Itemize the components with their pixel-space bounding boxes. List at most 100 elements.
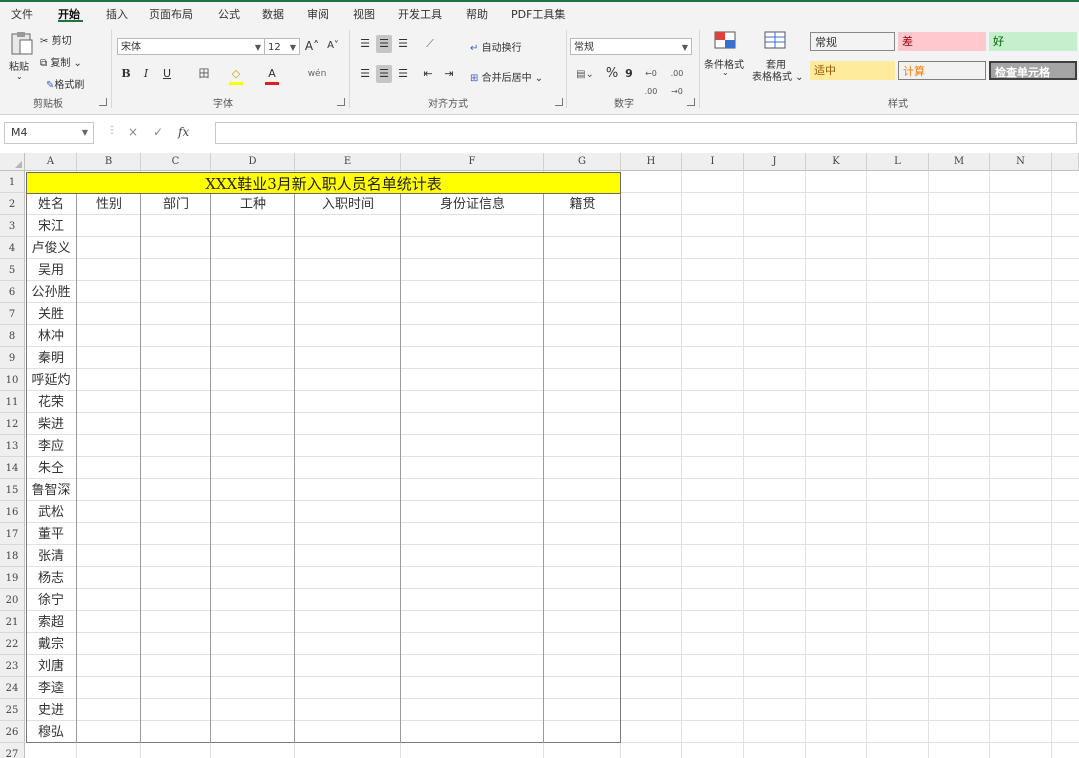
number-format-combo[interactable]: 常规 ▼ xyxy=(570,38,692,55)
name-cell[interactable]: 花荣 xyxy=(25,391,77,413)
tab-file[interactable]: 文件 xyxy=(11,6,33,22)
style-good[interactable]: 好 xyxy=(989,32,1077,51)
row-header-9[interactable]: 9 xyxy=(0,347,25,369)
insert-function-button[interactable]: fx xyxy=(178,125,189,139)
name-cell[interactable]: 吴用 xyxy=(25,259,77,281)
column-header-E[interactable]: E xyxy=(295,153,401,171)
row-header-25[interactable]: 25 xyxy=(0,699,25,721)
column-header-N[interactable]: N xyxy=(990,153,1052,171)
row-header-26[interactable]: 26 xyxy=(0,721,25,743)
row-header-1[interactable]: 1 xyxy=(0,171,25,193)
border-button[interactable]: 田 xyxy=(196,65,212,83)
fill-color-button[interactable]: ◇ xyxy=(229,65,243,83)
underline-button[interactable]: U xyxy=(160,65,174,83)
name-cell[interactable]: 徐宁 xyxy=(25,589,77,611)
formula-input[interactable] xyxy=(215,122,1077,144)
row-header-2[interactable]: 2 xyxy=(0,193,25,215)
tab-pdf-tools[interactable]: PDF工具集 xyxy=(511,6,565,22)
format-painter-button[interactable]: ✎格式刷 xyxy=(46,76,84,91)
name-cell[interactable]: 林冲 xyxy=(25,325,77,347)
name-cell[interactable]: 秦明 xyxy=(25,347,77,369)
align-left-button[interactable]: ☰ xyxy=(357,65,373,83)
decrease-decimal-button[interactable]: .00 →0 xyxy=(665,65,689,96)
column-header-D[interactable]: D xyxy=(211,153,295,171)
style-calculation[interactable]: 计算 xyxy=(898,61,986,80)
name-cell[interactable]: 柴进 xyxy=(25,413,77,435)
format-as-table-button[interactable]: 套用 表格格式 ⌄ xyxy=(752,30,804,90)
worksheet-grid[interactable]: A B C D E F G H I J K L M N 1 2 3 4 5 6 7 8 9 10 11 12 13 14 15 16 17 1… xyxy=(0,153,1079,758)
name-cell[interactable]: 公孙胜 xyxy=(25,281,77,303)
style-normal[interactable]: 常规 xyxy=(810,32,895,51)
tab-page-layout[interactable]: 页面布局 xyxy=(149,6,193,22)
comma-style-button[interactable]: 9 xyxy=(624,65,634,83)
row-header-17[interactable]: 17 xyxy=(0,523,25,545)
select-all-corner[interactable] xyxy=(0,153,25,171)
column-header-overflow[interactable] xyxy=(1052,153,1079,171)
tab-formulas[interactable]: 公式 xyxy=(218,6,240,22)
orientation-button[interactable]: ⟋ xyxy=(420,35,440,53)
grow-font-button[interactable]: A˄ xyxy=(304,37,320,55)
header-cell[interactable]: 工种 xyxy=(211,193,295,215)
conditional-format-button[interactable]: 条件格式 ⌄ xyxy=(704,30,748,90)
align-center-button[interactable]: ☰ xyxy=(376,65,392,83)
align-top-button[interactable]: ☰ xyxy=(357,35,373,53)
style-check-cell[interactable]: 检查单元格 xyxy=(989,61,1077,80)
font-name-combo[interactable]: 宋体 ▼ xyxy=(117,38,265,55)
cut-button[interactable]: ✂ 剪切 xyxy=(40,32,72,47)
name-cell[interactable]: 卢俊义 xyxy=(25,237,77,259)
tab-view[interactable]: 视图 xyxy=(353,6,375,22)
font-color-button[interactable]: A xyxy=(265,65,279,83)
row-header-7[interactable]: 7 xyxy=(0,303,25,325)
column-header-M[interactable]: M xyxy=(929,153,990,171)
name-box[interactable]: M4 ▼ xyxy=(4,122,94,144)
row-header-22[interactable]: 22 xyxy=(0,633,25,655)
bold-button[interactable]: B xyxy=(119,65,133,83)
name-cell[interactable]: 鲁智深 xyxy=(25,479,77,501)
name-cell[interactable]: 李逵 xyxy=(25,677,77,699)
row-header-6[interactable]: 6 xyxy=(0,281,25,303)
row-header-23[interactable]: 23 xyxy=(0,655,25,677)
row-header-12[interactable]: 12 xyxy=(0,413,25,435)
increase-decimal-button[interactable]: ←0 .00 xyxy=(640,65,662,96)
column-header-L[interactable]: L xyxy=(867,153,929,171)
row-header-21[interactable]: 21 xyxy=(0,611,25,633)
column-header-B[interactable]: B xyxy=(77,153,141,171)
alignment-launcher-icon[interactable] xyxy=(555,98,563,106)
name-cell[interactable]: 穆弘 xyxy=(25,721,77,743)
row-header-10[interactable]: 10 xyxy=(0,369,25,391)
row-header-19[interactable]: 19 xyxy=(0,567,25,589)
tab-help[interactable]: 帮助 xyxy=(466,6,488,22)
align-bottom-button[interactable]: ☰ xyxy=(395,35,411,53)
header-cell[interactable]: 姓名 xyxy=(25,193,77,215)
name-cell[interactable]: 刘唐 xyxy=(25,655,77,677)
row-header-16[interactable]: 16 xyxy=(0,501,25,523)
header-cell[interactable]: 部门 xyxy=(141,193,211,215)
column-header-G[interactable]: G xyxy=(544,153,621,171)
column-header-F[interactable]: F xyxy=(401,153,544,171)
header-cell[interactable]: 身份证信息 xyxy=(401,193,544,215)
merge-center-button[interactable]: ⊞ 合并后居中 ⌄ xyxy=(470,69,543,84)
cancel-button[interactable]: × xyxy=(128,125,138,139)
style-bad[interactable]: 差 xyxy=(898,32,986,51)
tab-data[interactable]: 数据 xyxy=(262,6,284,22)
row-header-20[interactable]: 20 xyxy=(0,589,25,611)
column-header-K[interactable]: K xyxy=(806,153,867,171)
name-cell[interactable]: 呼延灼 xyxy=(25,369,77,391)
tab-review[interactable]: 审阅 xyxy=(307,6,329,22)
decrease-indent-button[interactable]: ⇤ xyxy=(420,65,436,83)
shrink-font-button[interactable]: A˅ xyxy=(325,37,341,55)
row-header-15[interactable]: 15 xyxy=(0,479,25,501)
paste-button[interactable]: 粘贴 ⌄ xyxy=(6,28,36,88)
column-header-A[interactable]: A xyxy=(25,153,77,171)
wrap-text-button[interactable]: ↵ 自动换行 xyxy=(470,39,522,54)
style-neutral[interactable]: 适中 xyxy=(810,61,895,80)
row-header-3[interactable]: 3 xyxy=(0,215,25,237)
clipboard-launcher-icon[interactable] xyxy=(99,98,107,106)
row-header-14[interactable]: 14 xyxy=(0,457,25,479)
row-header-24[interactable]: 24 xyxy=(0,677,25,699)
row-header-8[interactable]: 8 xyxy=(0,325,25,347)
name-cell[interactable]: 李应 xyxy=(25,435,77,457)
name-cell[interactable]: 武松 xyxy=(25,501,77,523)
number-launcher-icon[interactable] xyxy=(687,98,695,106)
column-header-C[interactable]: C xyxy=(141,153,211,171)
